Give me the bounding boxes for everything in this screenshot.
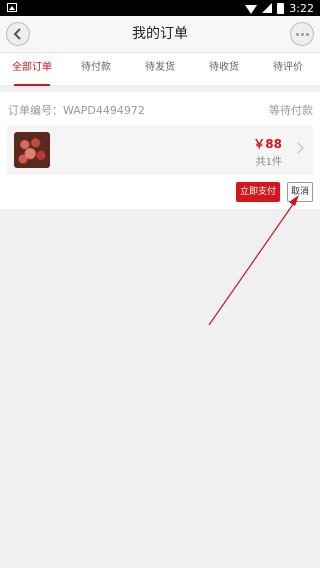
more-dots-icon — [295, 32, 299, 36]
wifi-icon — [245, 4, 258, 14]
tab-pending-review[interactable]: 待评价 — [256, 53, 320, 85]
signal-icon — [262, 3, 273, 13]
tab-pending-payment[interactable]: 待付款 — [64, 53, 128, 85]
status-bar: 3:22 — [0, 0, 320, 16]
product-thumbnail — [14, 132, 50, 168]
battery-icon — [277, 2, 285, 14]
order-tabs: 全部订单 待付款 待发货 待收货 待评价 — [0, 53, 320, 86]
header-bar: 我的订单 — [0, 16, 320, 53]
image-notification-icon — [7, 3, 17, 12]
item-quantity: 共1件 — [255, 157, 282, 168]
more-dot — [305, 32, 309, 36]
pay-now-button[interactable]: 立即支付 — [236, 182, 280, 202]
status-icons: 3:22 — [245, 0, 314, 16]
cancel-button[interactable]: 取消 — [287, 182, 313, 202]
order-number: 订单编号：WAPD4494972 — [8, 104, 145, 117]
page-title: 我的订单 — [132, 26, 188, 42]
tab-pending-shipment[interactable]: 待发货 — [128, 53, 192, 85]
back-button[interactable] — [6, 22, 30, 46]
tab-pending-receipt[interactable]: 待收货 — [192, 53, 256, 85]
more-button[interactable] — [290, 22, 314, 46]
chevron-right-icon — [292, 142, 304, 154]
back-arrow-icon — [13, 28, 21, 40]
clock: 3:22 — [289, 1, 314, 15]
more-dot — [300, 32, 304, 36]
order-status: 等待付款 — [269, 104, 313, 117]
order-item[interactable]: ￥88 共1件 — [7, 125, 313, 175]
item-price: ￥88 — [253, 137, 282, 151]
tab-all-orders[interactable]: 全部订单 — [0, 53, 64, 86]
